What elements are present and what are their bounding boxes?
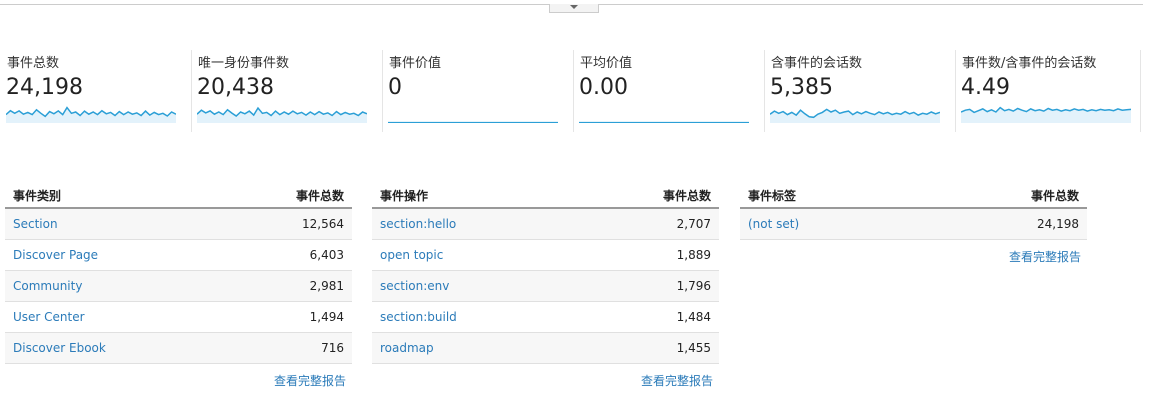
metric-event-value[interactable]: 事件价值 0 [382,48,573,132]
row-link[interactable]: Discover Ebook [5,332,224,364]
event-action-table: 事件操作 事件总数 section:hello 2,707 open topic 1… [372,183,719,364]
row-link[interactable]: (not set) [740,208,918,240]
row-count: 12,564 [223,208,352,240]
sparkline [388,121,558,123]
event-category-table: 事件类别 事件总数 Section 12,564 Discover Page 6,4… [5,183,352,364]
sparkline [197,106,367,123]
row-count: 2,981 [223,270,352,302]
row-link[interactable]: section:build [372,301,578,333]
sparkline [961,106,1131,123]
row-link[interactable]: section:hello [372,208,578,240]
metric-label: 含事件的会话数 [771,56,863,71]
table-row: User Center 1,494 [5,301,352,333]
row-count: 6,403 [223,239,352,271]
chevron-down-icon [570,5,578,9]
row-link[interactable]: section:env [372,270,578,302]
metric-sessions-with-events[interactable]: 含事件的会话数 5,385 [764,48,955,132]
row-count: 1,889 [577,239,719,271]
column-header-total-events[interactable]: 事件总数 [917,183,1087,209]
row-link[interactable]: Discover Page [5,239,224,271]
view-full-report-link[interactable]: 查看完整报告 [274,372,346,389]
column-header-label[interactable]: 事件标签 [740,183,918,209]
metric-value: 5,385 [770,75,833,100]
metric-unique-events[interactable]: 唯一身份事件数 20,438 [191,48,382,132]
metric-divider [955,50,956,132]
metric-value: 20,438 [197,75,274,100]
row-count: 24,198 [917,208,1087,240]
table-row: (not set) 24,198 [740,208,1087,240]
metric-label: 平均价值 [580,56,633,71]
sparkline [579,121,749,123]
column-header-total-events[interactable]: 事件总数 [577,183,719,209]
metric-total-events[interactable]: 事件总数 24,198 [0,48,191,132]
event-label-table: 事件标签 事件总数 (not set) 24,198 [740,183,1087,240]
row-count: 1,796 [577,270,719,302]
collapse-toggle-button[interactable] [549,4,599,13]
sparkline [6,106,176,123]
table-row: roadmap 1,455 [372,332,719,364]
metric-label: 事件总数 [7,56,60,71]
metric-divider [1140,50,1141,132]
metric-label: 唯一身份事件数 [198,56,290,71]
row-link[interactable]: Section [5,208,224,240]
sparkline [770,108,940,123]
table-row: Discover Page 6,403 [5,239,352,271]
metric-divider [573,50,574,132]
table-row: open topic 1,889 [372,239,719,271]
table-row: Community 2,981 [5,270,352,302]
metric-divider [382,50,383,132]
column-header-action[interactable]: 事件操作 [372,183,578,209]
sparkline-area [197,108,367,123]
metric-value: 4.49 [961,75,1010,100]
table-row: section:env 1,796 [372,270,719,302]
row-link[interactable]: Community [5,270,224,302]
view-full-report-link[interactable]: 查看完整报告 [1009,248,1081,265]
metric-label: 事件数/含事件的会话数 [962,56,1097,71]
metric-value: 0.00 [579,75,628,100]
table-row: section:hello 2,707 [372,208,719,240]
metric-value: 24,198 [6,75,83,100]
row-count: 2,707 [577,208,719,240]
metric-divider [764,50,765,132]
metric-divider [191,50,192,132]
metric-label: 事件价值 [389,56,442,71]
row-link[interactable]: User Center [5,301,224,333]
row-link[interactable]: open topic [372,239,578,271]
metric-events-per-session[interactable]: 事件数/含事件的会话数 4.49 [955,48,1146,132]
row-link[interactable]: roadmap [372,332,578,364]
column-header-category[interactable]: 事件类别 [5,183,224,209]
row-count: 1,484 [577,301,719,333]
metric-summary-row: 事件总数 24,198 唯一身份事件数 20,438 事件价值 0 平均价值 0… [0,48,1154,132]
view-full-report-link[interactable]: 查看完整报告 [641,372,713,389]
sparkline-area [770,109,940,123]
table-row: section:build 1,484 [372,301,719,333]
row-count: 1,455 [577,332,719,364]
metric-avg-value[interactable]: 平均价值 0.00 [573,48,764,132]
table-row: Section 12,564 [5,208,352,240]
row-count: 716 [223,332,352,364]
metric-value: 0 [388,75,402,100]
row-count: 1,494 [223,301,352,333]
table-row: Discover Ebook 716 [5,332,352,364]
column-header-total-events[interactable]: 事件总数 [223,183,352,209]
